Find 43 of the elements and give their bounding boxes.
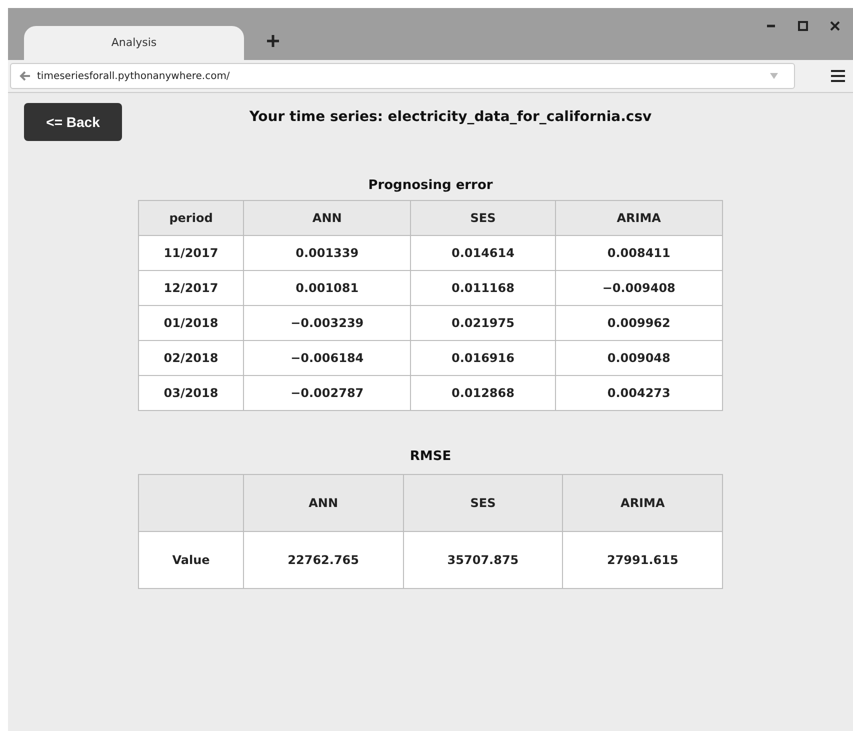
table-cell: 0.009048 — [555, 340, 722, 375]
table-cell: 0.014614 — [410, 235, 556, 270]
table-cell: −0.006184 — [244, 340, 411, 375]
table-cell: 01/2018 — [138, 305, 244, 340]
table-cell: 03/2018 — [138, 375, 244, 410]
close-icon[interactable] — [829, 20, 841, 32]
table-cell: 11/2017 — [138, 235, 244, 270]
table-cell: 0.021975 — [410, 305, 556, 340]
table-cell: 0.001339 — [244, 235, 411, 270]
table-cell: 0.009962 — [555, 305, 722, 340]
column-header: ARIMA — [562, 474, 722, 532]
table-cell: 27991.615 — [562, 532, 722, 588]
page-heading: Your time series: electricity_data_for_california.csv — [249, 108, 652, 127]
table-title: RMSE — [410, 448, 452, 466]
row-label: Value — [138, 532, 244, 588]
table-cell: 0.008411 — [555, 235, 722, 270]
table-cell: 35707.875 — [403, 532, 563, 588]
back-button[interactable]: <= Back — [24, 103, 122, 141]
table-cell: −0.009408 — [555, 270, 722, 305]
table-cell: 0.016916 — [410, 340, 556, 375]
table-title: Prognosing error — [368, 177, 493, 195]
table-cell: 0.004273 — [555, 375, 722, 410]
table-cell: 02/2018 — [138, 340, 244, 375]
column-header: ANN — [244, 200, 411, 235]
column-header: SES — [403, 474, 563, 532]
menu-icon[interactable] — [831, 70, 845, 82]
column-header: ARIMA — [555, 200, 722, 235]
table-cell: 0.012868 — [410, 375, 556, 410]
browser-tab[interactable]: Analysis — [24, 26, 244, 60]
table-cell: 22762.765 — [244, 532, 404, 588]
table-cell: 12/2017 — [138, 270, 244, 305]
column-header: ANN — [244, 474, 404, 532]
table-cell: 0.011168 — [410, 270, 556, 305]
table-cell: −0.002787 — [244, 375, 411, 410]
column-header: period — [138, 200, 244, 235]
new-tab-icon[interactable] — [266, 34, 280, 48]
maximize-icon[interactable] — [797, 20, 809, 32]
table-cell: −0.003239 — [244, 305, 411, 340]
url-text: timeseriesforall.pythonanywhere.com/ — [37, 70, 230, 84]
address-bar[interactable]: timeseriesforall.pythonanywhere.com/ — [10, 63, 795, 89]
table-cell: 0.001081 — [244, 270, 411, 305]
column-header: SES — [410, 200, 556, 235]
back-arrow-icon[interactable] — [19, 70, 31, 82]
